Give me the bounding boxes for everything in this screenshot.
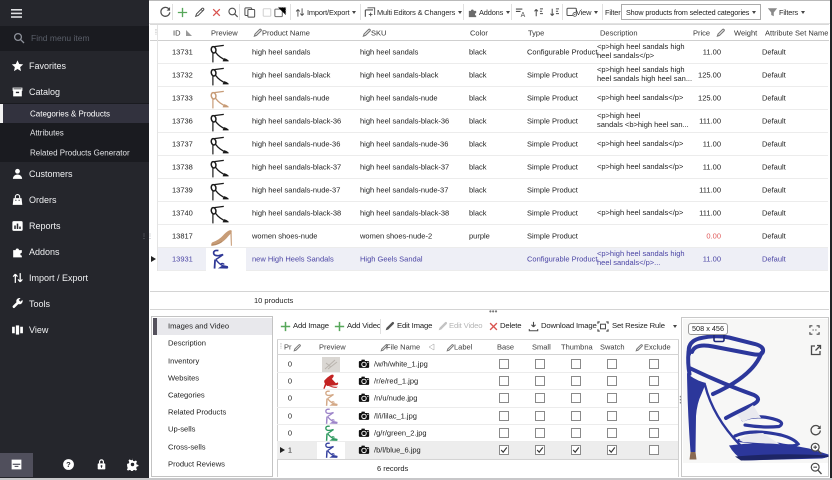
svg-text:A: A bbox=[521, 12, 526, 18]
svg-text:?: ? bbox=[66, 460, 71, 469]
